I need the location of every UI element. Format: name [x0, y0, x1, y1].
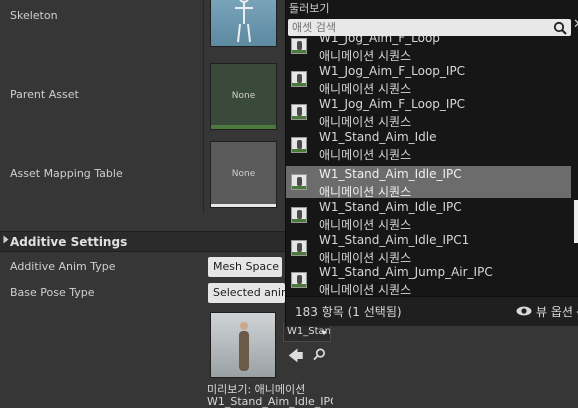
asset-type-bar: [211, 125, 276, 129]
asset-mapping-value: None: [231, 169, 256, 179]
asset-type: 애니메이션 시퀀스: [319, 218, 412, 232]
asset-name: W1_Stand_Aim_Idle: [319, 130, 437, 144]
asset-picker-popup: 둘러보기 ✕ W1_Jog_Aim_F_Loop 애니메이션 시퀀스 W1_Jo…: [285, 0, 578, 326]
asset-name: W1_Stand_Aim_Idle_IPC1: [319, 233, 470, 247]
list-item[interactable]: W1_Stand_Aim_Jump_Air_IPC 애니메이션 시퀀스: [286, 264, 571, 295]
animation-asset-icon: [291, 137, 307, 153]
asset-type-bar: [211, 204, 276, 207]
asset-name: W1_Stand_Aim_Idle_IPC: [319, 167, 462, 181]
list-item[interactable]: W1_Jog_Aim_F_Loop_IPC 애니메이션 시퀀스: [286, 96, 571, 129]
asset-type: 애니메이션 시퀀스: [319, 148, 412, 162]
parent-asset-value: None: [231, 91, 256, 101]
asset-name: W1_Stand_Aim_Idle_IPC: [319, 200, 462, 214]
asset-type: 애니메이션 시퀀스: [319, 49, 412, 63]
skeleton-label: Skeleton: [10, 9, 58, 22]
view-options-button[interactable]: 뷰 옵션 ▾: [536, 303, 578, 320]
asset-mapping-label: Asset Mapping Table: [10, 167, 123, 180]
asset-name: W1_Jog_Aim_F_Loop: [319, 36, 440, 45]
list-item[interactable]: W1_Jog_Aim_F_Loop 애니메이션 시퀀스: [286, 36, 571, 63]
asset-list: W1_Jog_Aim_F_Loop 애니메이션 시퀀스 W1_Jog_Aim_F…: [286, 36, 573, 295]
asset-name: W1_Jog_Aim_F_Loop_IPC: [319, 97, 466, 111]
asset-type: 애니메이션 시퀀스: [319, 82, 412, 96]
preview-animation-thumbnail[interactable]: [210, 312, 276, 378]
back-arrow-icon[interactable]: 🡄: [288, 346, 304, 371]
animation-asset-icon: [291, 240, 307, 256]
browse-search-icon[interactable]: [313, 348, 326, 361]
parent-asset-thumbnail[interactable]: None: [210, 63, 277, 130]
animation-asset-icon: [291, 71, 307, 87]
asset-mapping-thumbnail[interactable]: None: [210, 141, 277, 208]
asset-type: 애니메이션 시퀀스: [319, 185, 412, 199]
list-item[interactable]: W1_Stand_Aim_Idle_IPC 애니메이션 시퀀스: [286, 199, 571, 232]
additive-anim-type-combo[interactable]: Mesh Space: [208, 257, 282, 277]
scrollbar-thumb[interactable]: [574, 200, 578, 243]
base-pose-type-label: Base Pose Type: [10, 286, 95, 299]
asset-search-input[interactable]: [292, 20, 547, 35]
animation-asset-icon: [291, 174, 307, 190]
animation-asset-icon: [291, 207, 307, 223]
eye-icon[interactable]: [516, 306, 532, 316]
asset-name: W1_Jog_Aim_F_Loop_IPC: [319, 64, 466, 78]
character-figure: [239, 322, 249, 371]
collapse-arrow-icon: [3, 235, 9, 244]
asset-name: W1_Stand_Aim_Jump_Air_IPC: [319, 265, 493, 279]
browse-title: 둘러보기: [289, 2, 330, 15]
animation-asset-icon: [291, 272, 307, 288]
skeleton-thumbnail[interactable]: [210, 0, 277, 47]
close-icon[interactable]: ✕: [573, 17, 578, 32]
additive-anim-type-label: Additive Anim Type: [10, 260, 116, 273]
preview-name: W1_Stand_Aim_Idle_IPC: [207, 395, 333, 408]
animation-asset-icon: [291, 104, 307, 120]
parent-asset-label: Parent Asset: [10, 88, 79, 101]
picker-footer: 183 항목 (1 선택됨) 뷰 옵션 ▾: [286, 296, 578, 326]
asset-type: 애니메이션 시퀀스: [319, 283, 412, 295]
list-item[interactable]: W1_Stand_Aim_Idle_IPC1 애니메이션 시퀀스: [286, 232, 571, 265]
list-item-selected[interactable]: W1_Stand_Aim_Idle_IPC 애니메이션 시퀀스: [286, 166, 571, 199]
asset-search-box[interactable]: [288, 19, 571, 36]
chevron-down-icon: [321, 331, 327, 335]
search-icon[interactable]: [553, 21, 567, 35]
item-count: 183 항목 (1 선택됨): [295, 305, 402, 319]
view-options-label: 뷰 옵션: [536, 305, 573, 319]
skeleton-figure-icon: [235, 0, 253, 43]
asset-type: 애니메이션 시퀀스: [319, 115, 412, 129]
column-divider: [203, 0, 204, 214]
additive-settings-header[interactable]: Additive Settings: [0, 231, 285, 252]
list-item[interactable]: W1_Stand_Aim_Idle 애니메이션 시퀀스: [286, 129, 571, 162]
base-pose-type-combo[interactable]: Selected animation: [208, 283, 285, 303]
additive-settings-title: Additive Settings: [10, 235, 128, 249]
animation-asset-icon: [291, 38, 307, 54]
list-item[interactable]: W1_Jog_Aim_F_Loop_IPC 애니메이션 시퀀스: [286, 63, 571, 96]
